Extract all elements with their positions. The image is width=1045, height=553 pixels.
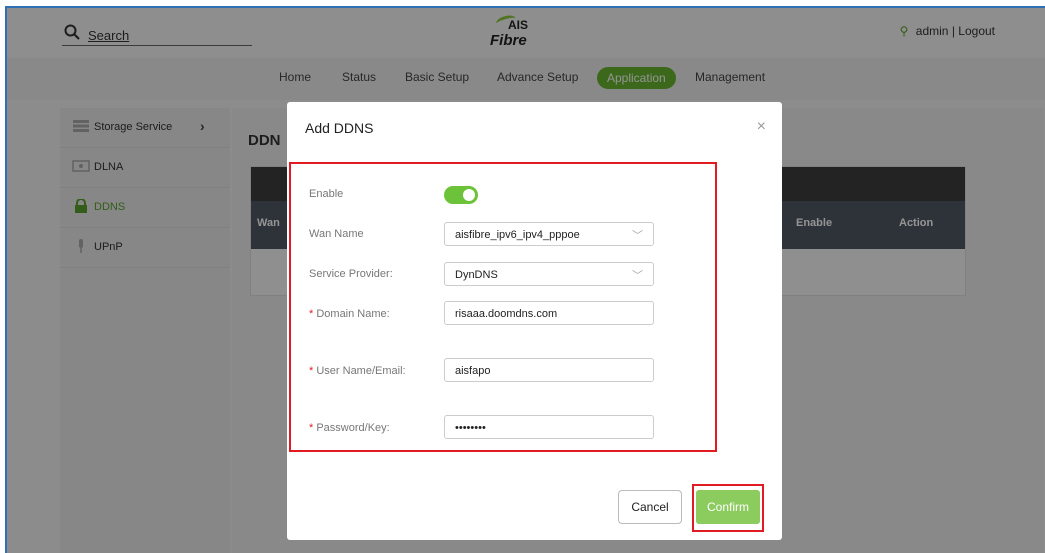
domain-name-input[interactable]: risaaa.doomdns.com <box>444 301 654 325</box>
wan-name-value: aisfibre_ipv6_ipv4_pppoe <box>455 229 580 241</box>
password-label: * Password/Key: <box>309 422 390 434</box>
service-provider-label: Service Provider: <box>309 268 393 280</box>
highlight-box: Enable Wan Name aisfibre_ipv6_ipv4_pppoe… <box>289 162 717 452</box>
service-provider-select[interactable]: DynDNS ﹀ <box>444 262 654 286</box>
close-icon[interactable]: × <box>757 118 766 136</box>
user-name-label: * User Name/Email: <box>309 365 406 377</box>
chevron-down-icon: ﹀ <box>632 230 643 242</box>
app-frame: Search AIS Fibre ⚲ admin | Logout Home S… <box>5 6 1045 553</box>
toggle-knob <box>463 189 475 201</box>
chevron-down-icon: ﹀ <box>632 270 643 282</box>
add-ddns-dialog: Add DDNS × Enable Wan Name aisfibre_ipv6… <box>287 102 782 540</box>
enable-label: Enable <box>309 188 344 200</box>
service-provider-value: DynDNS <box>455 269 498 281</box>
domain-name-label: * Domain Name: <box>309 308 390 320</box>
wan-name-label: Wan Name <box>309 228 364 240</box>
confirm-highlight: Confirm <box>692 484 764 532</box>
cancel-button[interactable]: Cancel <box>618 490 682 524</box>
wan-name-select[interactable]: aisfibre_ipv6_ipv4_pppoe ﹀ <box>444 222 654 246</box>
password-input[interactable]: •••••••• <box>444 415 654 439</box>
confirm-button[interactable]: Confirm <box>696 490 760 524</box>
user-name-input[interactable]: aisfapo <box>444 358 654 382</box>
dialog-title: Add DDNS <box>305 120 374 136</box>
enable-toggle[interactable] <box>444 186 478 204</box>
